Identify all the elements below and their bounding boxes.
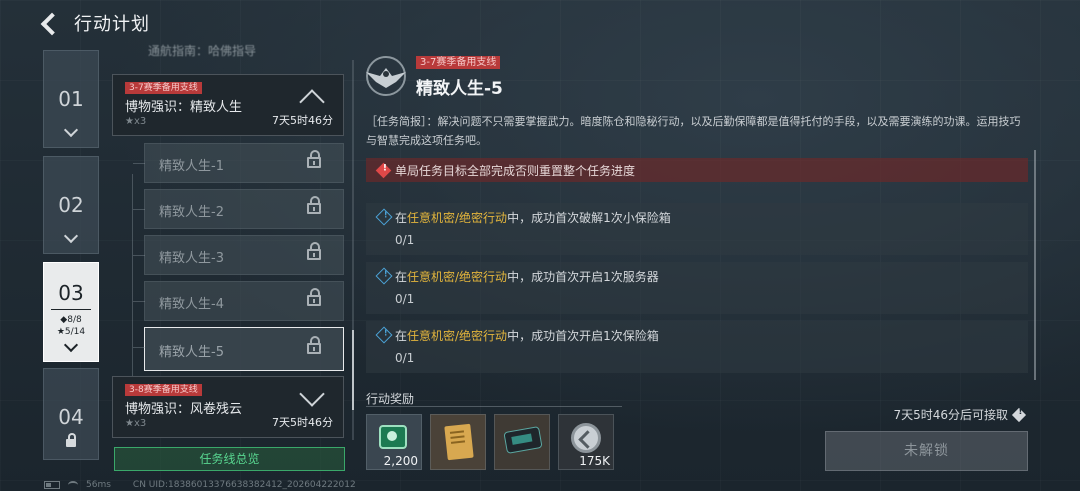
device-icon bbox=[503, 426, 543, 454]
sub-mission-3[interactable]: 精致人生-3 bbox=[133, 235, 344, 275]
sub-mission-1[interactable]: 精致人生-1 bbox=[133, 143, 344, 183]
sub-mission-label: 精致人生-5 bbox=[159, 345, 224, 360]
mission-group-whirlwind[interactable]: 3-8赛季备用支线 博物强识：风卷残云 ★x3 7天5时46分 bbox=[112, 376, 344, 438]
reward-label: 行动奖励 bbox=[366, 392, 415, 406]
document-icon bbox=[444, 423, 474, 461]
claim-availability: 7天5时46分后可接取 bbox=[893, 406, 1027, 423]
tree-connector bbox=[132, 174, 133, 388]
sub-mission-label: 精致人生-2 bbox=[159, 205, 224, 220]
task-text: 在任意机密/绝密行动中，成功首次破解1次小保险箱 bbox=[395, 211, 671, 225]
chapter-number: 01 bbox=[58, 87, 84, 111]
scroll-thumb[interactable] bbox=[352, 330, 354, 410]
mission-overview-button[interactable]: 任务线总览 bbox=[114, 447, 345, 471]
sub-mission-label: 精致人生-4 bbox=[159, 297, 224, 312]
faded-list-item[interactable]: 通航指南：哈佛指导 bbox=[112, 40, 346, 64]
lock-icon bbox=[307, 150, 321, 168]
task-text: 在任意机密/绝密行动中，成功首次开启1次保险箱 bbox=[395, 329, 659, 343]
reward-item-cash[interactable]: 2,200 bbox=[366, 414, 422, 470]
coin-icon bbox=[571, 423, 601, 453]
reward-item-document[interactable] bbox=[430, 414, 486, 470]
unlock-button[interactable]: 未解锁 bbox=[825, 431, 1028, 471]
cash-icon bbox=[379, 425, 407, 449]
lock-icon bbox=[307, 336, 321, 354]
chevron-down-icon bbox=[63, 337, 79, 353]
lock-icon bbox=[307, 288, 321, 306]
diamond-progress: ◆8/8 bbox=[60, 315, 82, 325]
chapter-tab-01[interactable]: 01 bbox=[43, 50, 99, 148]
task-highlight: 任意机密/绝密行动 bbox=[407, 329, 508, 343]
sub-mission-2[interactable]: 精致人生-2 bbox=[133, 189, 344, 229]
warning-banner: 单局任务目标全部完成否则重置整个任务进度 bbox=[366, 158, 1028, 182]
reward-count: 175K bbox=[579, 454, 610, 468]
reward-count: 2,200 bbox=[383, 454, 418, 468]
chapter-number: 02 bbox=[58, 193, 84, 217]
divider bbox=[366, 406, 622, 407]
task-progress: 0/1 bbox=[395, 292, 415, 306]
chapter-tab-02[interactable]: 02 bbox=[43, 156, 99, 254]
task-text: 在任意机密/绝密行动中，成功首次开启1次服务器 bbox=[395, 270, 659, 284]
season-tag: 3-7赛季备用支线 bbox=[416, 56, 501, 69]
page-title: 行动计划 bbox=[74, 14, 150, 35]
group-time: 7天5时46分 bbox=[272, 114, 333, 127]
lock-icon bbox=[66, 433, 76, 447]
chapter-number: 04 bbox=[58, 405, 84, 429]
warning-icon bbox=[375, 162, 392, 178]
wifi-icon bbox=[68, 480, 78, 489]
mission-group-exquisite-life[interactable]: 3-7赛季备用支线 博物强识：精致人生 ★x3 7天5时46分 bbox=[112, 74, 344, 136]
group-stars: ★x3 bbox=[125, 116, 147, 127]
sub-mission-label: 精致人生-1 bbox=[159, 159, 224, 174]
back-arrow-icon[interactable] bbox=[40, 13, 60, 33]
info-icon[interactable] bbox=[1011, 407, 1027, 422]
mission-list: 通航指南：哈佛指导 3-7赛季备用支线 博物强识：精致人生 ★x3 7天5时46… bbox=[112, 40, 346, 445]
list-scrollbar[interactable] bbox=[352, 60, 354, 440]
sub-mission-5[interactable]: 精致人生-5 bbox=[133, 327, 344, 371]
claim-text: 7天5时46分后可接取 bbox=[893, 408, 1008, 422]
ping-text: 56ms bbox=[86, 479, 111, 490]
mission-title: 精致人生-5 bbox=[416, 79, 503, 99]
info-icon bbox=[375, 326, 393, 344]
task-objective-1: 在任意机密/绝密行动中，成功首次破解1次小保险箱 0/1 bbox=[366, 203, 1028, 255]
uid-text: CN UID:18386013376638382412_202604222012 bbox=[132, 479, 356, 490]
status-footer: 56ms CN UID:18386013376638382412_2026042… bbox=[44, 478, 356, 491]
reward-item-device[interactable] bbox=[494, 414, 550, 470]
chapter-tab-03[interactable]: 03 ◆8/8 ★5/14 bbox=[43, 262, 99, 362]
chevron-down-icon bbox=[63, 228, 79, 244]
task-highlight: 任意机密/绝密行动 bbox=[407, 270, 508, 284]
eagle-emblem-icon bbox=[366, 56, 406, 96]
divider bbox=[51, 309, 91, 310]
info-icon bbox=[375, 267, 393, 285]
chapter-tab-04[interactable]: 04 bbox=[43, 368, 99, 460]
group-time: 7天5时46分 bbox=[272, 416, 333, 429]
task-progress: 0/1 bbox=[395, 233, 415, 247]
warning-text: 单局任务目标全部完成否则重置整个任务进度 bbox=[395, 163, 636, 178]
chapter-number: 03 bbox=[58, 281, 84, 305]
lock-icon bbox=[307, 196, 321, 214]
mission-description: ［任务简报］：解决问题不只需要掌握武力。暗度陈仓和隐秘行动，以及后勤保障都是值得… bbox=[366, 115, 1021, 147]
star-progress: ★5/14 bbox=[56, 327, 86, 337]
task-objective-2: 在任意机密/绝密行动中，成功首次开启1次服务器 0/1 bbox=[366, 262, 1028, 314]
sub-mission-4[interactable]: 精致人生-4 bbox=[133, 281, 344, 321]
task-progress: 0/1 bbox=[395, 351, 415, 365]
task-highlight: 任意机密/绝密行动 bbox=[407, 211, 508, 225]
detail-scrollbar[interactable] bbox=[1034, 150, 1036, 380]
chevron-down-icon bbox=[63, 122, 79, 138]
season-tag: 3-7赛季备用支线 bbox=[125, 82, 202, 94]
sub-mission-label: 精致人生-3 bbox=[159, 251, 224, 266]
task-objective-3: 在任意机密/绝密行动中，成功首次开启1次保险箱 0/1 bbox=[366, 321, 1028, 373]
season-tag: 3-8赛季备用支线 bbox=[125, 384, 202, 396]
reward-item-coin[interactable]: 175K bbox=[558, 414, 614, 470]
group-stars: ★x3 bbox=[125, 418, 147, 429]
info-icon bbox=[375, 208, 393, 226]
faded-item-label: 通航指南：哈佛指导 bbox=[148, 44, 257, 58]
battery-icon bbox=[44, 480, 60, 489]
header: 行动计划 bbox=[40, 8, 150, 38]
lock-icon bbox=[307, 242, 321, 260]
